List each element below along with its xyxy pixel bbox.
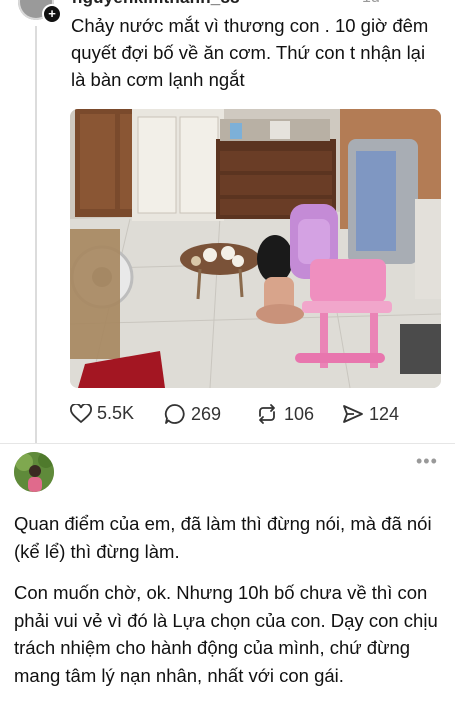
more-options-icon[interactable]: •••	[416, 451, 438, 472]
post-stats: 5.5K 269 106 124	[70, 403, 450, 429]
comment-bubble-icon	[164, 404, 185, 424]
like-button[interactable]: 5.5K	[70, 403, 134, 424]
comment-count: 269	[191, 403, 222, 424]
reply-avatar[interactable]	[14, 452, 54, 492]
reply-paragraph-2: Con muốn chờ, ok. Nhưng 10h bố chưa về t…	[14, 582, 438, 686]
send-icon	[343, 405, 363, 423]
thread-line	[35, 26, 37, 444]
comment-button[interactable]: 269	[164, 403, 221, 425]
like-count: 5.5K	[97, 403, 135, 423]
heart-icon	[70, 403, 92, 423]
post-photo[interactable]	[70, 109, 441, 388]
post-text: Chảy nước mắt vì thương con . 10 giờ đêm…	[71, 15, 429, 90]
author-username[interactable]: nguyenkimthanh_88	[72, 0, 240, 8]
share-button[interactable]: 124	[342, 403, 399, 425]
repost-button[interactable]: 106	[255, 403, 314, 425]
repost-count: 106	[284, 403, 315, 424]
reply-paragraph-1: Quan điểm của em, đã làm thì đừng nói, m…	[14, 513, 432, 562]
follow-plus-icon[interactable]: +	[42, 4, 62, 24]
divider	[0, 443, 455, 444]
share-count: 124	[369, 403, 400, 424]
repost-icon	[259, 404, 275, 424]
post-time: 1d	[362, 0, 380, 7]
